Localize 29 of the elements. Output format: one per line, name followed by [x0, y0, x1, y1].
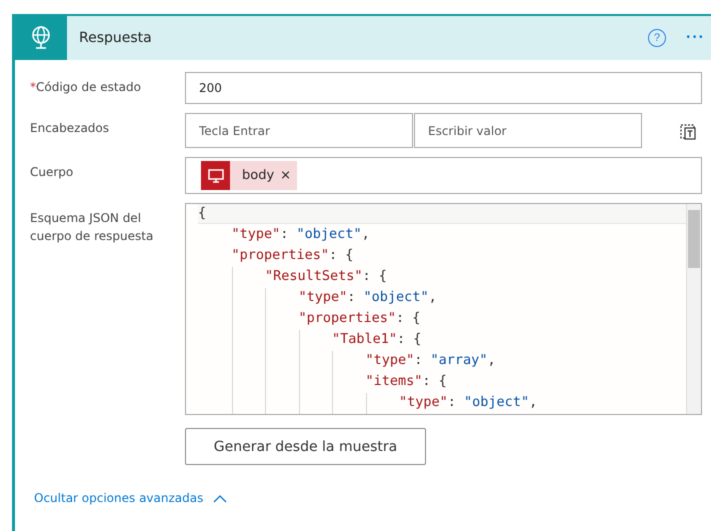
header-key-field[interactable]: Tecla Entrar: [185, 113, 413, 148]
field-label: Cuerpo: [30, 165, 74, 179]
field-label: Código de estado: [36, 80, 141, 94]
remove-token-button[interactable]: ×: [280, 168, 292, 183]
card-title: Respuesta: [79, 30, 153, 46]
more-button[interactable]: ···: [686, 29, 705, 47]
body-token[interactable]: body ×: [201, 161, 298, 190]
globe-icon: [29, 25, 53, 51]
header-value-field[interactable]: Escribir valor: [414, 113, 642, 148]
code-line: "Table1": {: [332, 330, 422, 349]
field-label: Encabezados: [30, 121, 110, 135]
scrollbar-thumb[interactable]: [688, 210, 700, 268]
code-editor[interactable]: { "type": "object", "properties": { "ResultSets": { "type": "object", "properties": { "Table1": { "type": "array", "items": { "type": "object",: [185, 203, 702, 415]
status-code-field[interactable]: 200: [185, 72, 702, 104]
required-marker: *: [30, 80, 36, 94]
code-line: "type": "object",: [232, 225, 370, 244]
code-line: "items": {: [366, 372, 447, 391]
code-line: {: [198, 204, 206, 223]
code-line: "type": "array",: [366, 351, 496, 370]
body-field[interactable]: body ×: [185, 157, 702, 194]
code-line: "type": "object",: [298, 288, 437, 307]
advanced-options-link[interactable]: Ocultar opciones avanzadas: [34, 491, 228, 505]
generate-button[interactable]: Generar desde la muestra: [185, 428, 426, 465]
code-line: "properties": {: [232, 246, 354, 265]
code-line: "properties": {: [298, 309, 420, 328]
code-line: "ResultSets": {: [265, 267, 387, 286]
code-line: "type": "object",: [399, 393, 538, 412]
monitor-icon: [208, 168, 224, 182]
field-label: Esquema JSON del cuerpo de respuesta: [30, 211, 154, 243]
